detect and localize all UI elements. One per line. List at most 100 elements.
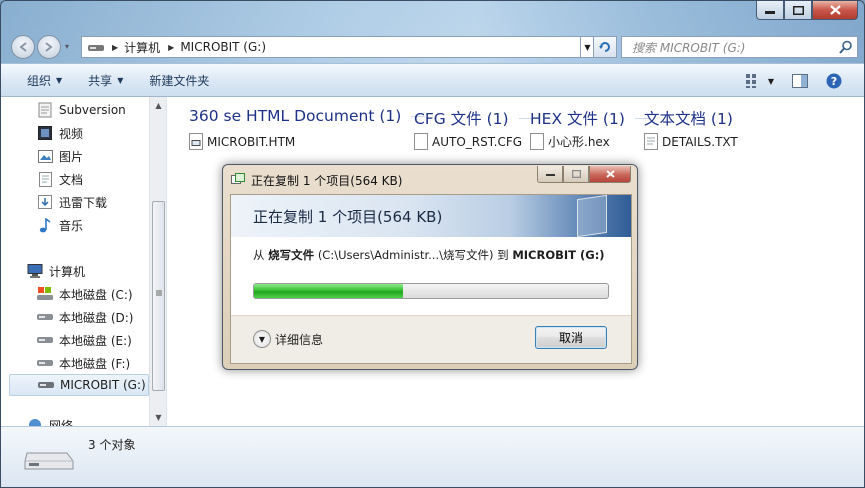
copy-progress-dialog: 正在复制 1 个项目(564 KB) 正在复制 1 个项目(564 KB) 从 … [222,164,638,370]
navigation-bar: ▾ ▶ 计算机 ▶ MICROBIT (G:) ▼ 搜索 MICROBIT (G… [9,33,858,59]
chevron-down-icon: ▼ [767,76,774,86]
copy-files-icon [231,173,245,184]
file-item-auto-rst-cfg[interactable]: AUTO_RST.CFG [414,133,522,150]
dialog-title: 正在复制 1 个项目(564 KB) [251,174,403,188]
group-header-cfg[interactable]: CFG 文件 (1) [414,107,533,129]
dialog-heading: 正在复制 1 个项目(564 KB) [253,208,443,226]
chevron-down-icon: ▼ [253,330,271,348]
chevron-down-icon: ▼ [584,42,591,52]
sidebar-item-drive-f[interactable]: 本地磁盘 (F:) [37,352,130,374]
minimize-icon [765,11,775,14]
sidebar-item-drive-d[interactable]: 本地磁盘 (D:) [37,306,133,328]
sidebar-item-drive-c[interactable]: 本地磁盘 (C:) [37,283,133,305]
sidebar-item-drive-g[interactable]: MICROBIT (G:) [9,374,149,396]
preview-pane-icon[interactable] [792,74,808,88]
back-button[interactable] [11,35,35,59]
sidebar-item-label: MICROBIT (G:) [60,378,146,392]
dialog-maximize-button[interactable] [563,166,589,183]
removable-drive-icon [38,377,54,393]
copy-progress-bar [253,283,609,299]
dialog-close-button[interactable] [589,166,631,183]
maximize-icon [571,170,581,178]
search-input[interactable]: 搜索 MICROBIT (G:) [621,36,858,58]
details-pane: 3 个对象 [1,426,864,487]
close-button[interactable] [812,1,858,20]
refresh-button[interactable] [593,36,617,58]
dialog-body: 正在复制 1 个项目(564 KB) 从 烧写文件 (C:\Users\Admi… [230,194,632,364]
maximize-button[interactable] [784,1,812,20]
sidebar-item-label: 本地磁盘 (D:) [59,310,134,325]
html-file-icon [189,133,203,150]
svg-text:?: ? [831,75,837,88]
help-icon[interactable]: ? [826,73,842,89]
sidebar-item-documents[interactable]: 文档 [37,168,83,190]
breadcrumb-drive[interactable]: MICROBIT (G:) [180,40,266,54]
group-header-label: 360 se HTML Document (1) [189,107,402,125]
recent-pages-chevron-icon[interactable]: ▾ [65,42,69,51]
address-bar[interactable]: ▶ 计算机 ▶ MICROBIT (G:) [81,36,581,58]
sidebar-item-subversion[interactable]: Subversion [37,99,126,121]
sidebar-item-pictures[interactable]: 图片 [37,145,83,167]
hard-drive-icon [37,332,53,348]
command-bar: 组织 ▼ 共享 ▼ 新建文件夹 ▼ ? [1,63,864,97]
breadcrumb-arrow-icon[interactable]: ▶ [168,43,174,52]
refresh-icon [599,42,610,52]
more-details-toggle[interactable]: ▼ 详细信息 [253,330,323,348]
sidebar-item-computer[interactable]: 计算机 [27,260,85,282]
file-name: 小心形.hex [548,135,610,149]
destination-link[interactable]: MICROBIT (G:) [512,248,604,262]
to-word: 到 [497,248,509,262]
sidebar-item-label: 图片 [59,149,84,164]
dialog-minimize-button[interactable] [537,166,563,183]
breadcrumb-arrow-icon[interactable]: ▶ [112,43,118,52]
sidebar-item-label: 迅雷下载 [59,195,108,210]
source-path: (C:\Users\Administr...\烧写文件) [317,248,494,262]
breadcrumb-computer[interactable]: 计算机 [124,39,160,56]
sidebar-item-label: 本地磁盘 (E:) [59,333,132,348]
file-item-hex[interactable]: 小心形.hex [530,133,610,150]
change-view-button[interactable]: ▼ [745,74,774,88]
sidebar-item-label: 计算机 [49,264,86,279]
arrow-left-icon [19,42,27,52]
explorer-window: ▾ ▶ 计算机 ▶ MICROBIT (G:) ▼ 搜索 MICROBIT (G… [0,0,865,488]
network-icon [27,417,43,426]
share-menu-button[interactable]: 共享 ▼ [88,72,123,89]
chevron-down-icon: ▼ [117,75,124,85]
search-icon[interactable] [839,40,853,54]
file-name: MICROBIT.HTM [207,134,296,149]
cancel-button[interactable]: 取消 [535,326,607,349]
sidebar-item-music[interactable]: 音乐 [37,214,83,236]
sidebar-item-network[interactable]: 网络 [27,417,73,426]
organize-menu-button[interactable]: 组织 ▼ [27,72,62,89]
navigation-scrollbar[interactable]: ▲ ▼ [149,97,166,426]
sidebar-item-videos[interactable]: 视频 [37,122,83,144]
dialog-header-band: 正在复制 1 个项目(564 KB) [231,194,631,238]
progress-fill [254,284,403,298]
search-placeholder: 搜索 MICROBIT (G:) [632,40,746,55]
file-item-details-txt[interactable]: DETAILS.TXT [644,133,738,150]
scroll-up-arrow-icon[interactable]: ▲ [150,97,167,114]
music-library-icon [37,217,53,233]
group-header-txt[interactable]: 文本文档 (1) [644,107,733,129]
source-folder-link[interactable]: 烧写文件 [268,248,314,262]
sidebar-item-label: Subversion [59,103,126,117]
hex-file-icon [530,133,544,150]
video-library-icon [37,125,53,141]
close-icon [605,170,615,178]
text-file-icon [644,133,658,150]
new-folder-button[interactable]: 新建文件夹 [149,72,209,89]
sidebar-item-label: 网络 [49,419,74,426]
scrollbar-thumb[interactable] [152,201,165,391]
scroll-down-arrow-icon[interactable]: ▼ [150,409,167,426]
sidebar-item-drive-e[interactable]: 本地磁盘 (E:) [37,329,132,351]
file-item-microbit-htm[interactable]: MICROBIT.HTM [189,133,295,150]
group-header-hex[interactable]: HEX 文件 (1) [530,107,649,129]
removable-drive-large-icon [23,447,75,476]
forward-button[interactable] [37,35,61,59]
computer-icon [27,263,43,279]
group-header-html[interactable]: 360 se HTML Document (1) [189,107,426,125]
caption-buttons [756,1,858,20]
grip-icon [156,290,162,296]
sidebar-item-thunder-downloads[interactable]: 迅雷下载 [37,191,107,213]
minimize-button[interactable] [756,1,784,20]
